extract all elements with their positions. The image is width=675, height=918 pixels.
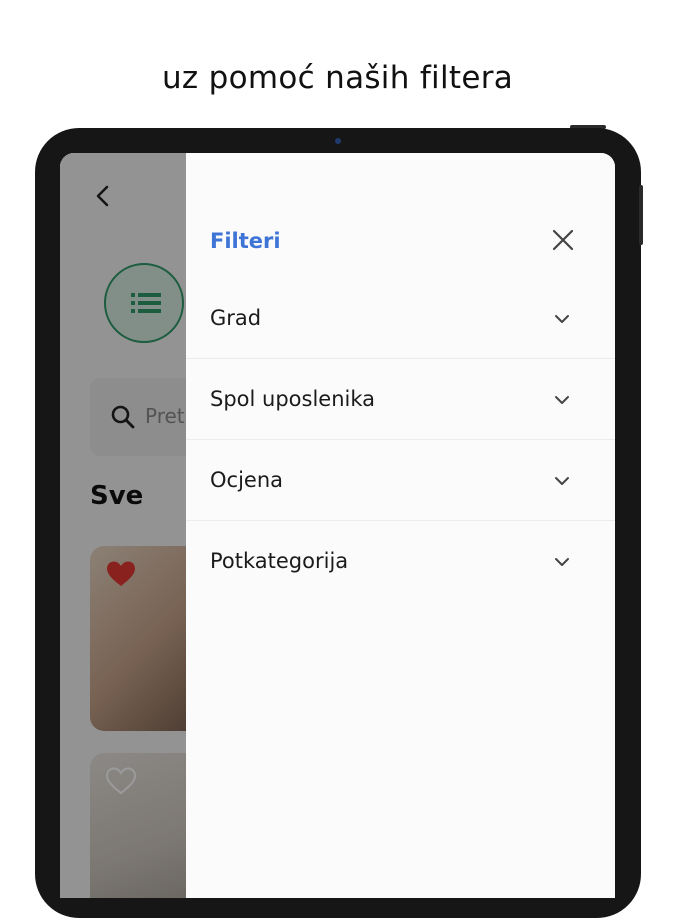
filter-row-potkategorija[interactable]: Potkategorija bbox=[186, 521, 615, 602]
filter-row-grad[interactable]: Grad bbox=[186, 278, 615, 359]
filter-label: Ocjena bbox=[210, 468, 284, 492]
filter-row-ocjena[interactable]: Ocjena bbox=[186, 440, 615, 521]
filter-label: Grad bbox=[210, 306, 262, 330]
chevron-down-icon bbox=[555, 396, 569, 404]
chevron-down-icon bbox=[555, 477, 569, 485]
filter-row-spol-uposlenika[interactable]: Spol uposlenika bbox=[186, 359, 615, 440]
chevron-down-icon bbox=[555, 558, 569, 566]
filter-label: Spol uposlenika bbox=[210, 387, 376, 411]
tablet-screen: Pretr Sve Filteri Grad Spol uposlenika O… bbox=[60, 153, 615, 898]
chevron-down-icon bbox=[555, 315, 569, 323]
tablet-camera bbox=[335, 138, 341, 144]
drawer-title: Filteri bbox=[210, 229, 281, 253]
filter-drawer: Filteri Grad Spol uposlenika Ocjena Potk… bbox=[186, 153, 615, 898]
promo-headline: uz pomoć naših filtera bbox=[161, 60, 514, 96]
tablet-side-button bbox=[639, 185, 643, 245]
close-icon[interactable] bbox=[550, 227, 576, 253]
filter-label: Potkategorija bbox=[210, 549, 349, 573]
